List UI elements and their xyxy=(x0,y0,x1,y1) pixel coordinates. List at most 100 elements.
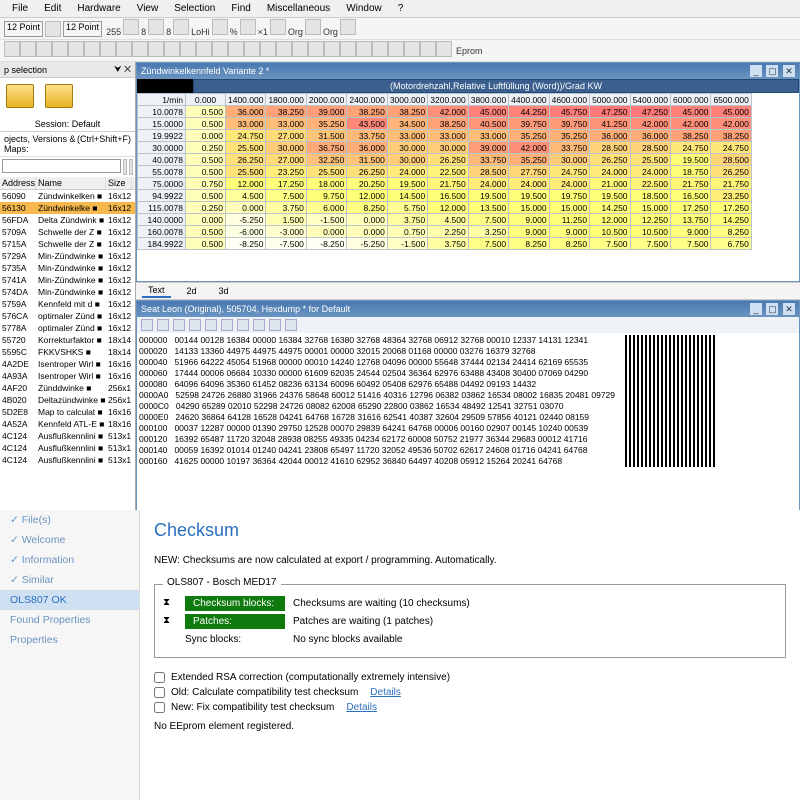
col-name[interactable]: Name xyxy=(36,177,106,189)
maximize-icon[interactable]: ▢ xyxy=(766,303,778,315)
toolbar-label[interactable]: 8 xyxy=(139,27,148,37)
toolbar-btn[interactable] xyxy=(68,41,84,57)
map-row[interactable]: 4C124Ausflußkennlini ■513x1 xyxy=(0,430,135,442)
toolbar-btn[interactable] xyxy=(116,41,132,57)
map-grid[interactable]: 1/min0.0001400.0001800.0002000.0002400.0… xyxy=(137,93,799,281)
maximize-icon[interactable]: ▢ xyxy=(766,65,778,77)
map-row[interactable]: 576CAoptimaler Zünd ■16x12 xyxy=(0,310,135,322)
toolbar-btn[interactable] xyxy=(340,19,356,35)
map-row[interactable]: 5715ASchwelle der Z ■16x12 xyxy=(0,238,135,250)
menu-view[interactable]: View xyxy=(129,3,167,14)
panel-collapse-icon[interactable]: ⮟ ✕ xyxy=(114,64,131,75)
map-row[interactable]: 5735AMin-Zündwinke ■16x12 xyxy=(0,262,135,274)
toolbar-btn[interactable] xyxy=(4,41,20,57)
menu-miscellaneous[interactable]: Miscellaneous xyxy=(259,3,338,14)
map-search-input[interactable] xyxy=(2,159,121,173)
font-size-b[interactable]: 12 Point xyxy=(63,21,102,37)
toolbar-label[interactable]: 255 xyxy=(104,27,123,37)
menu-edit[interactable]: Edit xyxy=(36,3,69,14)
toolbar-btn[interactable] xyxy=(292,41,308,57)
map-row[interactable]: 4C124Ausflußkennlini ■513x1 xyxy=(0,442,135,454)
toolbar-btn[interactable] xyxy=(308,41,324,57)
map-row[interactable]: 5709ASchwelle der Z ■16x12 xyxy=(0,226,135,238)
toolbar-btn[interactable] xyxy=(305,19,321,35)
tab-2d[interactable]: 2d xyxy=(181,285,203,297)
menu-hardware[interactable]: Hardware xyxy=(69,3,128,14)
menu-file[interactable]: File xyxy=(4,3,36,14)
tab-text[interactable]: Text xyxy=(142,284,171,298)
search-go-icon[interactable] xyxy=(123,159,127,175)
map-row[interactable]: 4A52AKennfeld ATL-E ■18x16 xyxy=(0,418,135,430)
hex-tool-btn[interactable] xyxy=(285,319,297,331)
toolbar-btn[interactable] xyxy=(148,41,164,57)
checksum-nav-item[interactable]: ✓ File(s) xyxy=(0,510,139,530)
toolbar-btn[interactable] xyxy=(244,41,260,57)
toolbar-btn[interactable] xyxy=(372,41,388,57)
toolbar-btn[interactable] xyxy=(196,41,212,57)
map-row[interactable]: 5741AMin-Zündwinke ■16x12 xyxy=(0,274,135,286)
map-row[interactable]: 4B020Deltazündwinke ■256x1 xyxy=(0,394,135,406)
toolbar-btn[interactable] xyxy=(260,41,276,57)
toolbar-btn[interactable] xyxy=(388,41,404,57)
map-row[interactable]: 574DAMin-Zündwinke ■16x12 xyxy=(0,286,135,298)
toolbar-btn[interactable] xyxy=(173,19,189,35)
open-folder-icon[interactable] xyxy=(45,84,73,108)
font-size-a[interactable]: 12 Point xyxy=(4,21,43,37)
details-link[interactable]: Details xyxy=(346,702,377,713)
minimize-icon[interactable]: _ xyxy=(750,303,762,315)
map-row[interactable]: 5759AKennfeld mit d ■16x12 xyxy=(0,298,135,310)
checkbox[interactable] xyxy=(154,687,165,698)
toolbar-btn[interactable] xyxy=(340,41,356,57)
hex-tool-btn[interactable] xyxy=(189,319,201,331)
map-row[interactable]: 56090Zündwinkelken ■16x12 xyxy=(0,190,135,202)
map-row[interactable]: 56130Zündwinkelke ■16x12 xyxy=(0,202,135,214)
menu-window[interactable]: Window xyxy=(338,3,390,14)
hex-content[interactable]: 000000 00144 00128 16384 00000 16384 327… xyxy=(139,335,615,513)
toolbar-label[interactable]: 8 xyxy=(164,27,173,37)
hex-tool-btn[interactable] xyxy=(269,319,281,331)
toolbar-label[interactable]: Org xyxy=(286,27,305,37)
toolbar-btn[interactable] xyxy=(180,41,196,57)
toolbar-btn[interactable] xyxy=(270,19,286,35)
details-link[interactable]: Details xyxy=(370,687,401,698)
checksum-nav-item[interactable]: OLS807 OK xyxy=(0,590,139,610)
toolbar-btn[interactable] xyxy=(100,41,116,57)
checksum-nav-item[interactable]: ✓ Welcome xyxy=(0,530,139,550)
toolbar-btn[interactable] xyxy=(212,41,228,57)
toolbar-btn[interactable] xyxy=(123,19,139,35)
checksum-nav-item[interactable]: ✓ Similar xyxy=(0,570,139,590)
map-row[interactable]: 5778Aoptimaler Zünd ■16x12 xyxy=(0,322,135,334)
toolbar-label[interactable]: ×1 xyxy=(256,27,270,37)
toolbar-btn[interactable] xyxy=(420,41,436,57)
toolbar-btn[interactable] xyxy=(148,19,164,35)
toolbar-btn[interactable] xyxy=(20,41,36,57)
map-row[interactable]: 4C124Ausflußkennlini ■513x1 xyxy=(0,454,135,466)
toolbar-btn[interactable] xyxy=(84,41,100,57)
map-row[interactable]: 4A93AIsentroper Wirl ■16x16 xyxy=(0,370,135,382)
toolbar-btn[interactable] xyxy=(356,41,372,57)
hex-tool-btn[interactable] xyxy=(253,319,265,331)
toolbar-btn[interactable] xyxy=(45,21,61,37)
checksum-nav-item[interactable]: Properties xyxy=(0,630,139,650)
map-row[interactable]: 56FDADelta Zündwink ■16x12 xyxy=(0,214,135,226)
map-row[interactable]: 5D2E8Map to calculat ■16x16 xyxy=(0,406,135,418)
menu-find[interactable]: Find xyxy=(223,3,258,14)
toolbar-btn[interactable] xyxy=(436,41,452,57)
close-icon[interactable]: ✕ xyxy=(783,303,795,315)
checksum-action-button[interactable]: Checksum blocks: xyxy=(185,596,285,611)
search-clear-icon[interactable] xyxy=(129,159,133,175)
hex-tool-btn[interactable] xyxy=(221,319,233,331)
hex-tool-btn[interactable] xyxy=(173,319,185,331)
toolbar-btn[interactable] xyxy=(404,41,420,57)
checksum-nav-item[interactable]: ✓ Information xyxy=(0,550,139,570)
map-row[interactable]: 4AF20Zünddwinke ■256x1 xyxy=(0,382,135,394)
toolbar-btn[interactable] xyxy=(212,19,228,35)
toolbar-btn[interactable] xyxy=(228,41,244,57)
hex-tool-btn[interactable] xyxy=(205,319,217,331)
toolbar-btn[interactable] xyxy=(164,41,180,57)
col-size[interactable]: Size xyxy=(106,177,132,189)
map-row[interactable]: 5729AMin-Zündwinke ■16x12 xyxy=(0,250,135,262)
open-folder-icon[interactable] xyxy=(6,84,34,108)
map-row[interactable]: 55720Korrekturfaktor ■18x14 xyxy=(0,334,135,346)
toolbar-btn[interactable] xyxy=(36,41,52,57)
